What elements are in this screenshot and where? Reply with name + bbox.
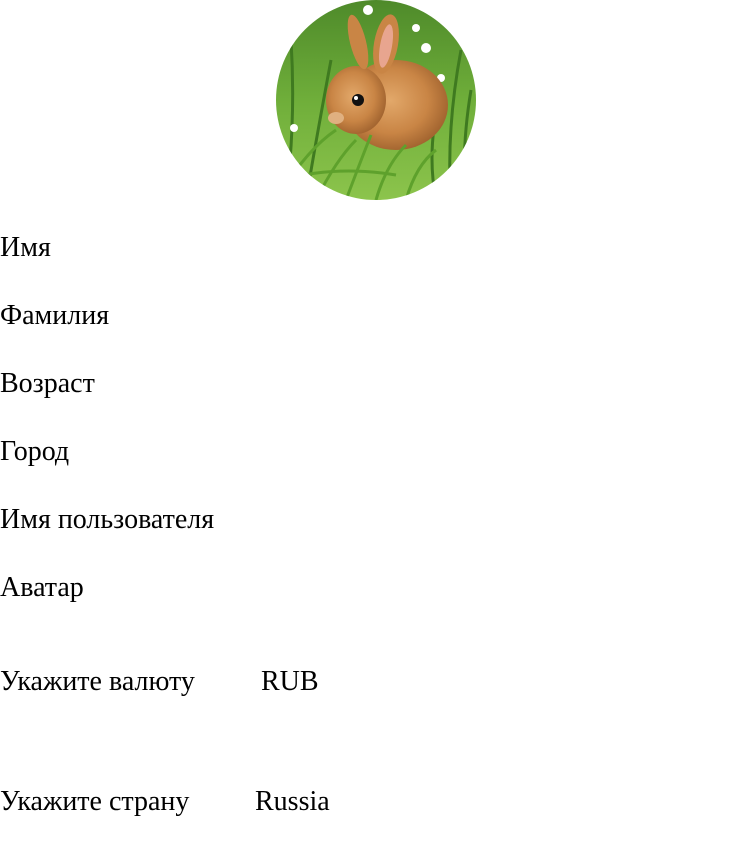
field-last-name: Фамилия [0,300,110,331]
country-row: Укажите страну Russia [0,786,330,818]
country-select[interactable]: Russia [255,786,330,818]
currency-label: Укажите валюту [0,666,195,697]
field-age: Возраст [0,368,95,399]
field-avatar: Аватар [0,572,84,603]
field-username: Имя пользователя [0,504,215,535]
field-first-name: Имя [0,232,51,263]
country-label: Укажите страну [0,786,190,817]
currency-row: Укажите валюту RUB [0,666,319,698]
field-city: Город [0,436,70,467]
rabbit-photo-icon [276,0,476,200]
currency-select[interactable]: RUB [261,666,319,698]
avatar-image [276,0,476,200]
